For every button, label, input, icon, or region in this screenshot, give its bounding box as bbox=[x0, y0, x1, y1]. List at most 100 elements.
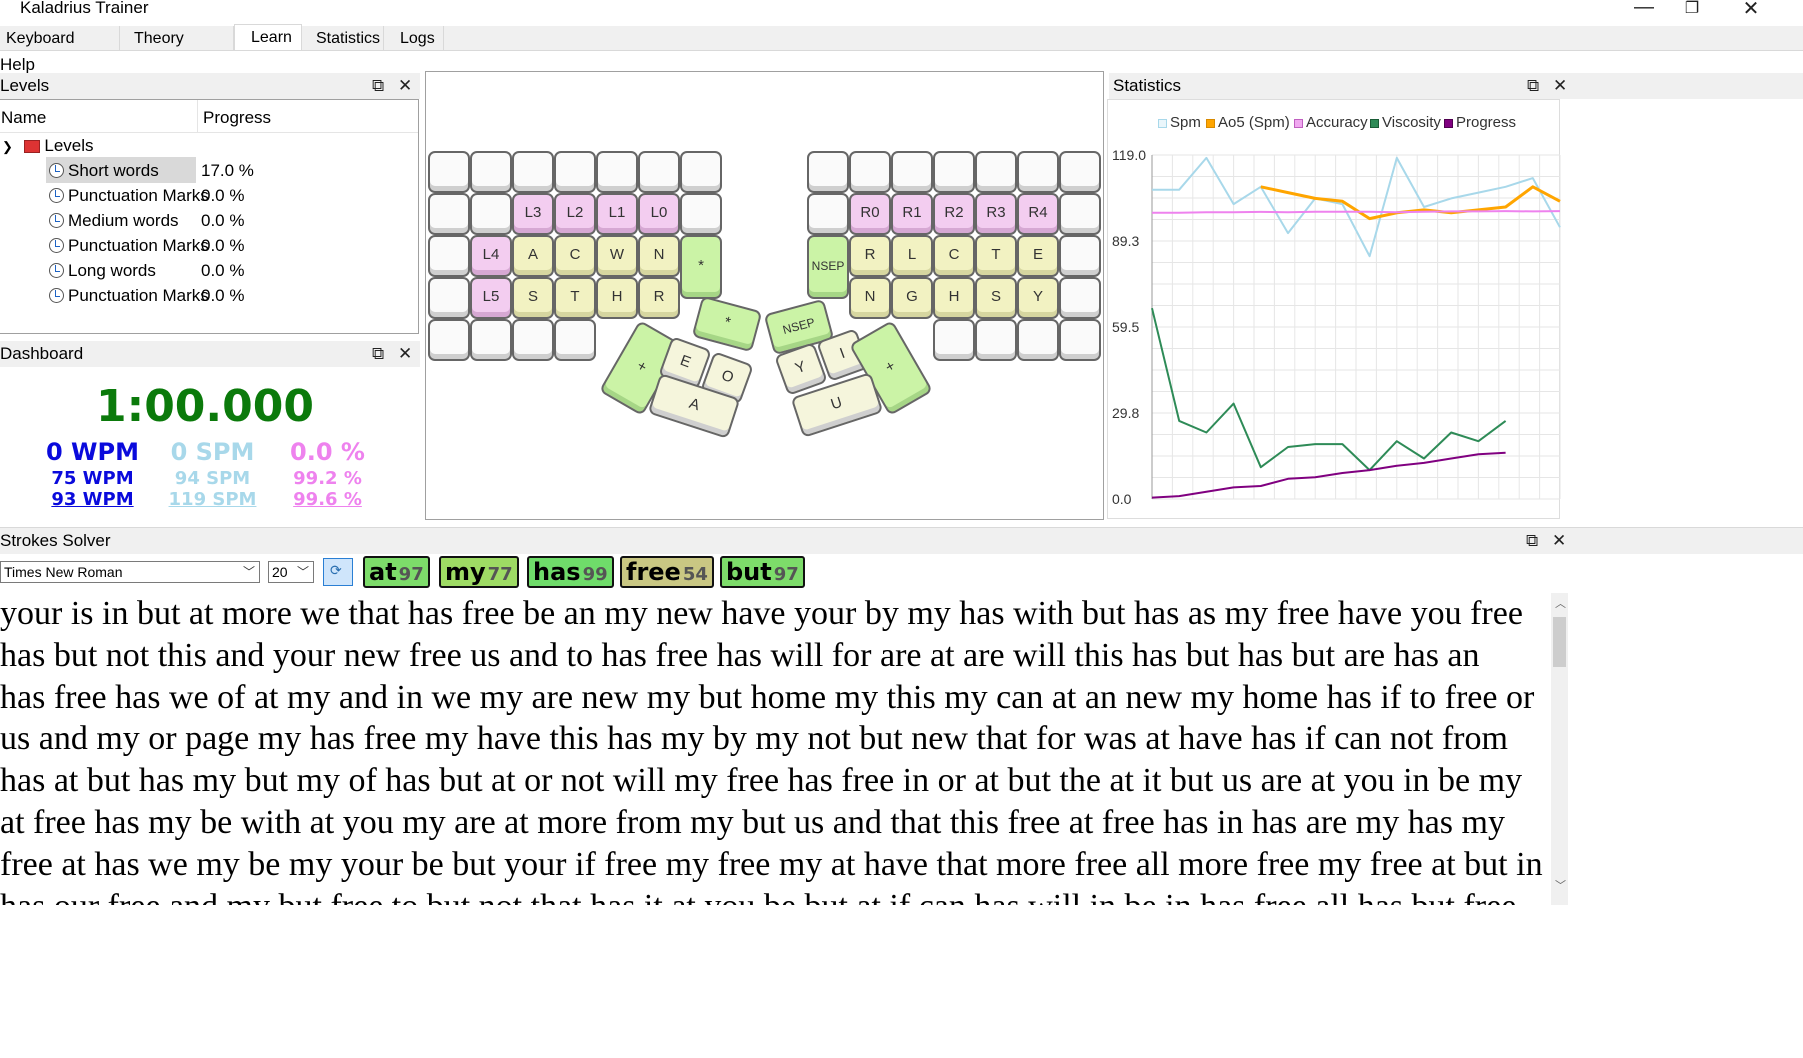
key bbox=[428, 319, 470, 361]
text-line: has at but has my but my of has but at o… bbox=[0, 762, 1523, 800]
chord-chip[interactable]: free 54 bbox=[620, 556, 714, 588]
level-name: Punctuation Marks bbox=[68, 236, 209, 255]
wpm-best: 93 WPM bbox=[51, 489, 134, 510]
accuracy-current: 0.0 % bbox=[290, 438, 365, 466]
text-line: has but not this and your new free us an… bbox=[0, 636, 1480, 674]
float-icon[interactable]: ⧉ bbox=[1526, 528, 1538, 554]
key bbox=[470, 193, 512, 235]
col-progress-header[interactable]: Progress bbox=[203, 108, 271, 128]
refresh-icon: ⟳ bbox=[330, 562, 342, 578]
tab-logs[interactable]: Logs bbox=[384, 26, 444, 50]
key bbox=[680, 193, 722, 235]
restore-button[interactable]: ❐ bbox=[1672, 0, 1712, 18]
list-item[interactable]: Punctuation Marks bbox=[49, 182, 209, 210]
key-nsep: NSEP bbox=[807, 235, 849, 299]
wpm-current: 0 WPM bbox=[46, 438, 139, 466]
close-icon[interactable]: ✕ bbox=[398, 341, 412, 367]
key-r: R bbox=[638, 277, 680, 319]
chord-chip[interactable]: but 97 bbox=[720, 556, 805, 588]
chord-chip[interactable]: has 99 bbox=[527, 556, 614, 588]
tree-root-label: Levels bbox=[44, 136, 94, 155]
level-name: Long words bbox=[68, 261, 156, 280]
key bbox=[512, 151, 554, 193]
key bbox=[933, 319, 975, 361]
key-r3: R3 bbox=[975, 193, 1017, 235]
strokes-solver-title: Strokes Solver bbox=[0, 531, 111, 550]
list-item[interactable]: Long words bbox=[49, 257, 156, 285]
size-select[interactable]: 20 ﹀ bbox=[268, 561, 314, 583]
minimize-button[interactable]: — bbox=[1624, 0, 1664, 19]
chevron-down-icon: ﹀ bbox=[242, 565, 255, 579]
practice-text-area[interactable]: your is in but at more we that has free … bbox=[0, 593, 1551, 905]
chip-word: free bbox=[626, 558, 681, 586]
tab-theory-editor[interactable]: Theory Editor bbox=[120, 26, 234, 73]
accuracy-average: 99.2 % bbox=[293, 468, 362, 489]
key bbox=[849, 151, 891, 193]
list-item[interactable]: Punctuation Marks bbox=[49, 282, 209, 310]
key-thumb-star: * bbox=[691, 295, 763, 353]
key bbox=[807, 193, 849, 235]
scroll-down-icon[interactable]: ﹀ bbox=[1555, 877, 1566, 893]
spm-average: 94 SPM bbox=[174, 468, 251, 489]
levels-tree: Name Progress ❯ Levels Short words 17.0 … bbox=[0, 99, 419, 334]
chevron-down-icon[interactable]: ❯ bbox=[2, 139, 13, 154]
list-item[interactable]: Medium words bbox=[49, 207, 179, 235]
key-w: W bbox=[596, 235, 638, 277]
key bbox=[1059, 277, 1101, 319]
scroll-up-icon[interactable]: ︿ bbox=[1555, 595, 1566, 611]
key-l5: L5 bbox=[470, 277, 512, 319]
chip-count: 99 bbox=[582, 564, 608, 585]
key-r2: R2 bbox=[933, 193, 975, 235]
close-button[interactable]: ✕ bbox=[1731, 0, 1771, 21]
key-star: * bbox=[680, 235, 722, 299]
font-select[interactable]: Times New Roman ﹀ bbox=[0, 561, 260, 583]
chip-word: at bbox=[369, 558, 397, 586]
scrollbar-thumb[interactable] bbox=[1553, 617, 1566, 667]
level-icon bbox=[49, 213, 64, 228]
col-name-header[interactable]: Name bbox=[1, 108, 46, 128]
chord-chip[interactable]: my 77 bbox=[439, 556, 519, 588]
key bbox=[554, 151, 596, 193]
close-icon[interactable]: ✕ bbox=[1553, 73, 1567, 99]
key bbox=[933, 151, 975, 193]
list-item[interactable]: Punctuation Marks bbox=[49, 232, 209, 260]
float-icon[interactable]: ⧉ bbox=[372, 73, 384, 99]
y-tick-label: 0.0 bbox=[1112, 491, 1132, 507]
key bbox=[638, 151, 680, 193]
key-r4: R4 bbox=[1017, 193, 1059, 235]
key-h: H bbox=[933, 277, 975, 319]
key-l3: L3 bbox=[512, 193, 554, 235]
level-icon bbox=[49, 263, 64, 278]
level-name: Punctuation Marks bbox=[68, 186, 209, 205]
chip-count: 77 bbox=[487, 564, 513, 585]
float-icon[interactable]: ⧉ bbox=[372, 341, 384, 367]
statistics-dock-title: Statistics bbox=[1113, 76, 1182, 95]
level-icon bbox=[49, 188, 64, 203]
key-l0: L0 bbox=[638, 193, 680, 235]
chip-count: 54 bbox=[682, 564, 708, 585]
key bbox=[554, 319, 596, 361]
tab-learn[interactable]: Learn bbox=[234, 24, 302, 50]
text-line: has our free and my but free to but not … bbox=[0, 886, 1551, 905]
level-progress: 17.0 % bbox=[201, 161, 254, 180]
vertical-scrollbar[interactable]: ︿ ﹀ bbox=[1551, 593, 1568, 905]
level-progress: 0.0 % bbox=[201, 236, 245, 255]
list-item[interactable]: Short words bbox=[49, 157, 159, 185]
menu-help[interactable]: Help bbox=[0, 55, 35, 75]
size-select-value: 20 bbox=[272, 564, 288, 580]
key-n: N bbox=[849, 277, 891, 319]
y-tick-label: 119.0 bbox=[1112, 147, 1146, 163]
tab-keyboard-editor[interactable]: Keyboard Editor bbox=[0, 26, 120, 73]
text-line: at free has my be with at you my are at … bbox=[0, 803, 1505, 841]
tree-root[interactable]: ❯ Levels bbox=[2, 132, 94, 160]
tab-statistics[interactable]: Statistics bbox=[302, 26, 384, 50]
levels-folder-icon bbox=[23, 140, 40, 154]
main-tabs: Keyboard Editor Theory Editor Learn Stat… bbox=[0, 24, 1803, 73]
chord-chip[interactable]: at 97 bbox=[363, 556, 430, 588]
key bbox=[975, 319, 1017, 361]
float-icon[interactable]: ⧉ bbox=[1527, 73, 1539, 99]
key-e: E bbox=[1017, 235, 1059, 277]
close-icon[interactable]: ✕ bbox=[398, 73, 412, 99]
close-icon[interactable]: ✕ bbox=[1552, 528, 1566, 554]
refresh-button[interactable]: ⟳ bbox=[323, 558, 353, 586]
